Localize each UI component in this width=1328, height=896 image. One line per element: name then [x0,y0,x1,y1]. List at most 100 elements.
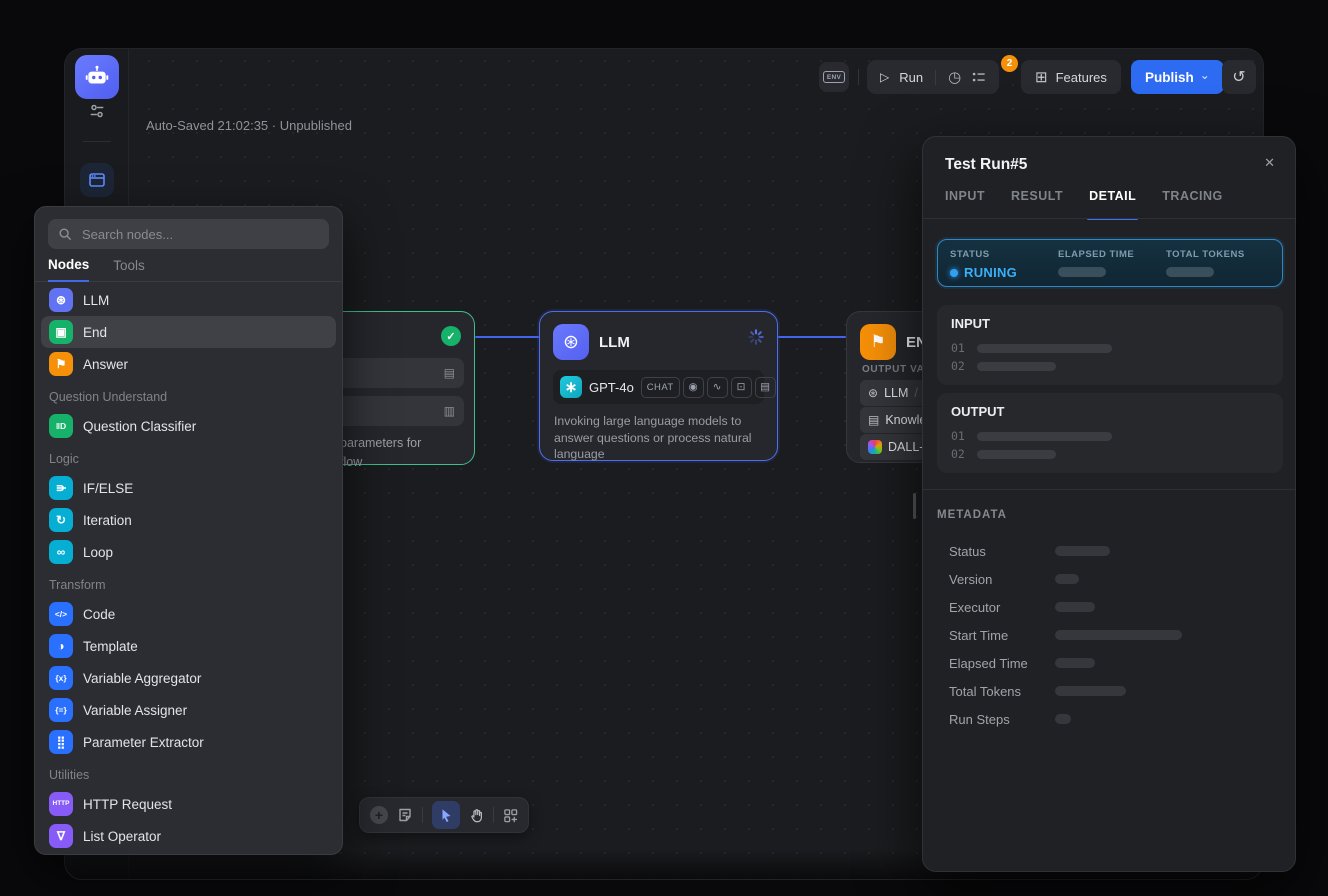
pointer-tool-button[interactable] [432,801,460,829]
add-note-button[interactable] [397,807,413,823]
hand-tool-button[interactable] [469,808,484,823]
tab-tools[interactable]: Tools [113,249,145,281]
output-card: OUTPUT 01 02 [937,393,1283,473]
canvas-scrollbar[interactable] [913,493,916,519]
node-list-item[interactable]: {=} Variable Assigner [41,694,336,726]
node-type-icon: {x} [49,666,73,690]
search-input[interactable] [80,226,319,243]
checklist-icon[interactable] [971,70,986,85]
skeleton-bar [977,362,1056,371]
features-button[interactable]: ⊞ Features [1021,60,1121,94]
skeleton-bar [1055,546,1110,556]
node-list-item[interactable]: ▣ End [41,316,336,348]
node-list-section-label: Question Understand [41,380,336,410]
metadata-title: METADATA [937,509,1007,521]
node-list-section-label: Transform [41,568,336,598]
node-palette-panel: Nodes Tools ⊛ LLM ▣ End ⚑ Answer Questio… [34,206,343,855]
node-list-item[interactable]: ⣿ Parameter Extractor [41,726,336,758]
add-node-button[interactable]: + [370,806,388,824]
node-list-item[interactable]: ◑ Template [41,630,336,662]
paragraph-icon: ▤ [444,366,455,380]
node-list-item[interactable]: ‖D Question Classifier [41,410,336,442]
metadata-row: Total Tokens [923,677,1295,705]
node-type-icon: ⋔ [49,476,73,500]
node-list-item[interactable]: </> Code [41,598,336,630]
image-capability-icon: ⊡ [731,377,752,398]
history-icon: ↺ [1232,67,1245,87]
node-type-icon: ∞ [49,540,73,564]
node-list-item[interactable]: ↻ Iteration [41,504,336,536]
group-divider [935,70,936,85]
skeleton-bar [1055,686,1126,696]
chevron-down-icon: ⌄ [1200,68,1210,82]
run-tab-detail[interactable]: DETAIL [1089,189,1136,218]
node-type-icon: ◑ [49,634,73,658]
node-list-item[interactable]: ⊛ LLM [41,284,336,316]
section-divider [923,489,1295,490]
run-history-clock-icon[interactable]: ◷ [948,70,961,85]
tabs-divider [923,218,1295,219]
app-logo-robot-icon[interactable] [75,55,119,99]
node-list-item[interactable]: ∞ Loop [41,536,336,568]
tab-nodes[interactable]: Nodes [48,250,89,282]
publish-button[interactable]: Publish ⌄ [1131,60,1224,94]
node-type-icon: ↻ [49,508,73,532]
test-run-panel: Test Run#5 ✕ INPUTRESULTDETAILTRACING ST… [922,136,1296,872]
copy-icon: ▥ [444,404,455,418]
chat-mode-badge: CHAT [641,377,680,398]
status-label: STATUS [950,249,1017,260]
elapsed-time-label: ELAPSED TIME [1058,249,1134,260]
node-search-box[interactable] [48,219,329,249]
metadata-row: Version [923,565,1295,593]
node-type-icon: ‖D [49,414,73,438]
metadata-row: Elapsed Time [923,649,1295,677]
model-name: GPT-4o [589,380,634,395]
node-list-item[interactable]: ⚑ Answer [41,348,336,380]
skeleton-bar [977,344,1112,353]
node-type-icon: ⚑ [49,352,73,376]
version-history-button[interactable]: ↺ [1222,60,1256,94]
llm-node-title: LLM [599,334,630,351]
llm-node[interactable]: ⊛ LLM ∗ GPT-4o CHAT ◉ ∿ ⊡ ▤ [539,311,778,461]
play-icon[interactable]: ▷ [880,70,889,84]
skeleton-bar [1058,267,1106,277]
node-type-icon: HTTP [49,792,73,816]
node-type-icon: ⊛ [49,288,73,312]
edge-connector [475,336,539,338]
metadata-row: Status [923,537,1295,565]
node-type-icon: ▣ [49,320,73,344]
checklist-count-badge: 2 [999,53,1020,74]
preview-window-button[interactable] [80,163,114,197]
metadata-row: Run Steps [923,705,1295,733]
run-button[interactable]: Run [899,70,923,85]
llm-node-icon: ⊛ [553,324,589,360]
run-tab-result[interactable]: RESULT [1011,189,1063,218]
llm-icon: ⊛ [868,386,878,400]
organize-nodes-button[interactable] [503,808,518,823]
workflow-settings-icon[interactable] [88,102,106,120]
autosave-status: Auto-Saved 21:02:35 · Unpublished [146,118,352,133]
node-list-item[interactable]: ∇ List Operator [41,820,336,852]
skeleton-bar [1055,714,1071,724]
search-icon [58,227,72,241]
llm-node-description: Invoking large language models to answer… [554,413,765,463]
model-selector[interactable]: ∗ GPT-4o CHAT ◉ ∿ ⊡ ▤ [553,370,764,404]
run-tab-tracing[interactable]: TRACING [1162,189,1222,218]
run-tab-input[interactable]: INPUT [945,189,985,218]
close-icon[interactable]: ✕ [1264,155,1275,171]
skeleton-bar [1166,267,1214,277]
running-dot-icon [950,269,958,277]
success-check-icon: ✓ [441,326,461,346]
knowledge-icon: ▤ [868,413,879,427]
node-list-item[interactable]: ⋔ IF/ELSE [41,472,336,504]
skeleton-bar [1055,602,1095,612]
topbar-divider [858,69,859,85]
skeleton-bar [1055,574,1079,584]
env-variables-button[interactable]: ENV [819,62,849,92]
node-list-item[interactable]: HTTP HTTP Request [41,788,336,820]
env-icon: ENV [823,71,844,83]
node-list-item[interactable]: {x} Variable Aggregator [41,662,336,694]
palette-tabs: Nodes Tools [35,249,342,282]
dalle-icon [868,440,882,454]
rail-divider [83,141,111,142]
